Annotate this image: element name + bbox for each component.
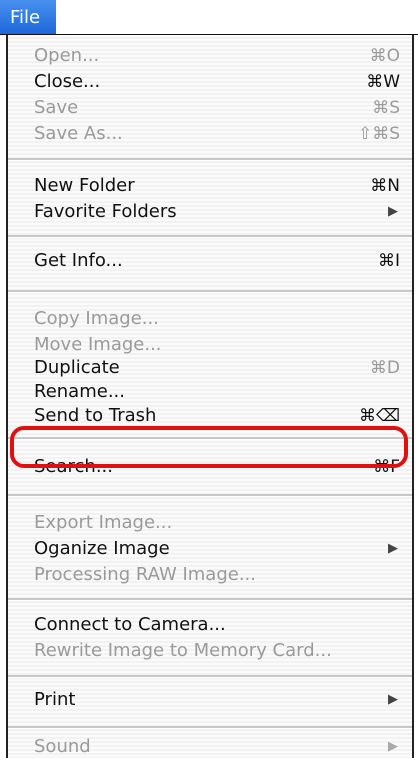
menu-item-export-image[interactable]: Export Image... <box>34 510 400 536</box>
shortcut-label: ⌘W <box>366 72 400 92</box>
menu-item-label: Rename... <box>34 381 125 402</box>
menu-item-label: Rewrite Image to Memory Card... <box>34 640 332 661</box>
shortcut-label: ⇧⌘S <box>357 124 400 144</box>
menu-item-print[interactable]: Print ▶ <box>34 687 400 713</box>
menu-title-file[interactable]: File <box>0 0 56 35</box>
screenshot-root: File Open... ⌘O Close... ⌘W Save ⌘S Save… <box>0 0 418 758</box>
shortcut-label: ⌘N <box>370 176 400 196</box>
menu-item-label: Export Image... <box>34 512 173 533</box>
menu-item-organize-image[interactable]: Oganize Image ▶ <box>34 536 400 562</box>
submenu-arrow-icon: ▶ <box>388 541 398 556</box>
menu-item-label: Save As... <box>34 123 123 144</box>
menu-item-search[interactable]: Search... ⌘F <box>34 454 400 480</box>
submenu-arrow-icon: ▶ <box>388 692 398 707</box>
menu-item-label: Sound <box>34 736 91 757</box>
menu-separator <box>8 158 412 161</box>
menu-item-label: Duplicate <box>34 357 120 378</box>
menu-item-sound[interactable]: Sound ▶ <box>34 734 400 758</box>
menu-item-open[interactable]: Open... ⌘O <box>34 43 400 69</box>
menu-item-favorite-folders[interactable]: Favorite Folders ▶ <box>34 199 400 225</box>
menu-separator <box>8 290 412 293</box>
menu-item-label: Close... <box>34 71 101 92</box>
submenu-arrow-icon: ▶ <box>388 739 398 754</box>
menu-item-copy-image[interactable]: Copy Image... <box>34 306 400 332</box>
menu-separator <box>8 598 412 601</box>
menu-item-label: Print <box>34 689 76 710</box>
menu-item-rewrite-image-to-memory-card[interactable]: Rewrite Image to Memory Card... <box>34 638 400 664</box>
shortcut-label: ⌘S <box>372 98 400 118</box>
menu-item-new-folder[interactable]: New Folder ⌘N <box>34 173 400 199</box>
shortcut-label: ⌘F <box>373 457 400 477</box>
menu-item-label: Save <box>34 97 79 118</box>
menu-item-label: Oganize Image <box>34 538 170 559</box>
menu-item-label: Connect to Camera... <box>34 614 226 635</box>
menu-item-label: Get Info... <box>34 250 123 271</box>
menu-item-processing-raw-image[interactable]: Processing RAW Image... <box>34 562 400 588</box>
shortcut-label: ⌘⌫ <box>358 406 400 426</box>
menu-separator <box>8 675 412 678</box>
menu-item-save-as[interactable]: Save As... ⇧⌘S <box>34 121 400 147</box>
menu-item-get-info[interactable]: Get Info... ⌘I <box>34 248 400 274</box>
file-menu: Open... ⌘O Close... ⌘W Save ⌘S Save As..… <box>6 35 414 758</box>
menu-item-connect-to-camera[interactable]: Connect to Camera... <box>34 612 400 638</box>
menu-item-label: Copy Image... <box>34 308 159 329</box>
menu-separator <box>8 437 412 440</box>
menu-item-save[interactable]: Save ⌘S <box>34 95 400 121</box>
menu-item-rename[interactable]: Rename... <box>34 379 400 405</box>
menu-separator <box>8 726 412 729</box>
menu-item-label: Processing RAW Image... <box>34 564 257 585</box>
shortcut-label: ⌘D <box>369 358 400 378</box>
menu-separator <box>8 235 412 238</box>
menu-item-label: Favorite Folders <box>34 201 177 222</box>
menu-item-send-to-trash[interactable]: Send to Trash ⌘⌫ <box>34 403 400 429</box>
menu-item-duplicate[interactable]: Duplicate ⌘D <box>34 355 400 381</box>
shortcut-label: ⌘O <box>369 46 400 66</box>
shortcut-label: ⌘I <box>377 251 400 271</box>
menu-item-label: Send to Trash <box>34 405 157 426</box>
menu-item-close[interactable]: Close... ⌘W <box>34 69 400 95</box>
menu-item-label: Search... <box>34 456 114 477</box>
submenu-arrow-icon: ▶ <box>388 204 398 219</box>
menu-separator <box>8 494 412 497</box>
menu-item-label: New Folder <box>34 175 135 196</box>
menu-item-label: Open... <box>34 45 100 66</box>
menu-bar: File <box>0 0 418 35</box>
